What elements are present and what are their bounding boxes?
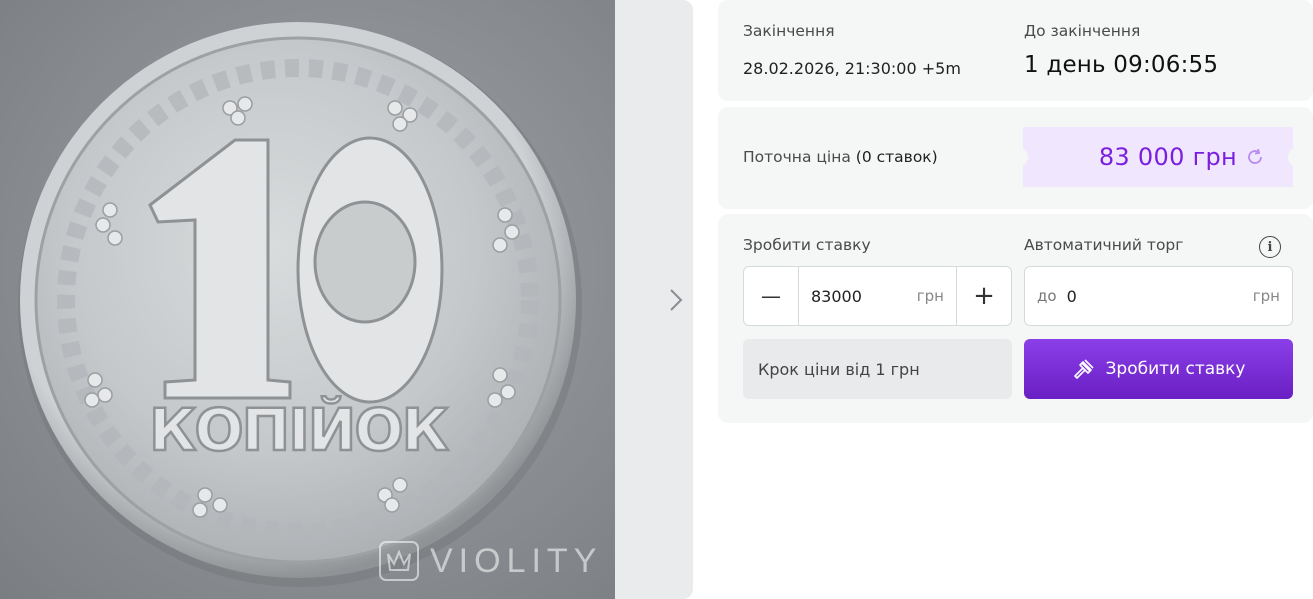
bid-amount-input[interactable]: 83000 xyxy=(811,287,917,306)
end-value: 28.02.2026, 21:30:00 +5m xyxy=(743,59,961,78)
auto-bid-input[interactable]: 0 xyxy=(1067,287,1243,306)
coin-word: КОПІЙОК xyxy=(149,395,449,464)
auto-bid-prefix: до xyxy=(1037,287,1057,305)
remaining-timer: 1 день 09:06:55 xyxy=(1024,52,1219,78)
price-step-note: Крок ціни від 1 грн xyxy=(743,339,1012,399)
current-price-panel: Поточна ціна (0 ставок) 83 000 грн xyxy=(718,107,1313,209)
price-badge: 83 000 грн xyxy=(1018,127,1298,187)
make-bid-button[interactable]: Зробити ставку xyxy=(1024,339,1293,399)
watermark-text: VIOLITY xyxy=(430,541,603,580)
auto-bid-currency: грн xyxy=(1252,287,1280,305)
plus-icon: + xyxy=(973,281,995,311)
minus-icon: — xyxy=(761,284,781,308)
increment-button[interactable]: + xyxy=(957,267,1011,325)
bid-currency: грн xyxy=(916,287,944,305)
crown-icon xyxy=(379,541,419,581)
gavel-icon xyxy=(1073,359,1094,379)
chevron-right-icon xyxy=(670,289,683,311)
make-bid-label: Зробити ставку xyxy=(743,236,871,254)
auto-bid-field[interactable]: до 0 грн xyxy=(1024,266,1293,326)
current-price-label: Поточна ціна (0 ставок) xyxy=(743,148,938,166)
refresh-icon[interactable] xyxy=(1245,147,1265,167)
coin-image: 10 КОПІЙОК xyxy=(18,22,582,587)
bids-count: (0 ставок) xyxy=(855,148,938,166)
bid-panel: Зробити ставку Автоматичний торг i — 830… xyxy=(718,214,1313,423)
next-image-button[interactable] xyxy=(661,284,691,316)
current-price-value: 83 000 грн xyxy=(1098,143,1237,171)
remaining-label: До закінчення xyxy=(1024,22,1141,40)
price-label-text: Поточна ціна xyxy=(743,148,851,166)
info-icon[interactable]: i xyxy=(1259,236,1281,258)
auto-bid-label: Автоматичний торг xyxy=(1024,236,1184,254)
make-bid-button-label: Зробити ставку xyxy=(1105,359,1246,379)
decrement-button[interactable]: — xyxy=(744,267,798,325)
image-gallery: 10 КОПІЙОК VIOLITY xyxy=(0,0,693,599)
lot-photo[interactable]: 10 КОПІЙОК VIOLITY xyxy=(0,0,615,599)
end-label: Закінчення xyxy=(743,22,835,40)
bid-amount-field[interactable]: 83000 грн xyxy=(798,267,957,325)
auction-end-panel: Закінчення 28.02.2026, 21:30:00 +5m До з… xyxy=(718,0,1313,101)
bid-amount-stepper: — 83000 грн + xyxy=(743,266,1012,326)
watermark-logo: VIOLITY xyxy=(378,540,602,582)
